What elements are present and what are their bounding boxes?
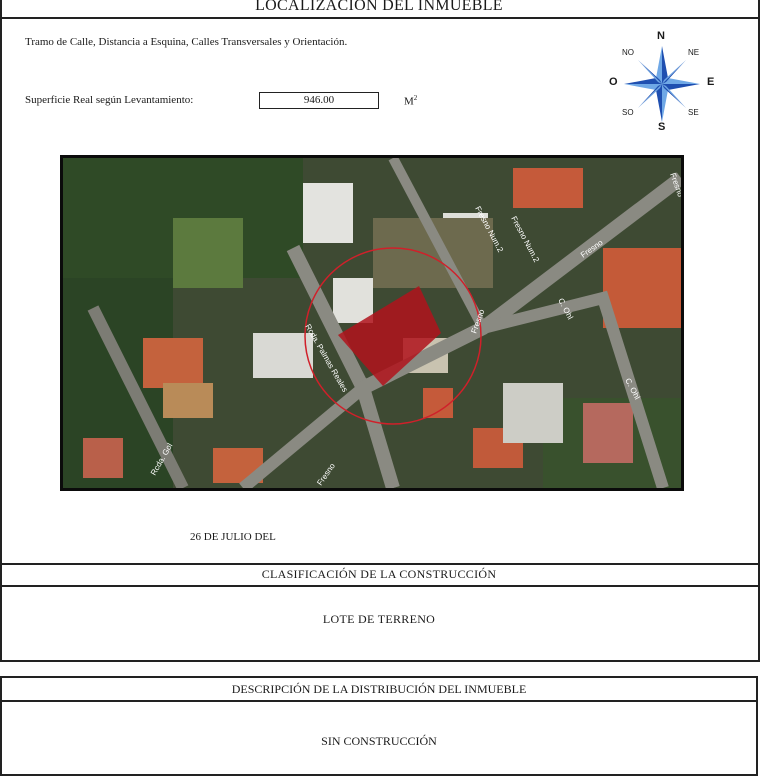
distribution-title: DESCRIPCIÓN DE LA DISTRIBUCIÓN DEL INMUE…: [231, 682, 527, 696]
classification-value: LOTE DE TERRENO: [322, 612, 436, 626]
compass-so: SO: [622, 108, 634, 117]
location-description: Tramo de Calle, Distancia a Esquina, Cal…: [25, 36, 348, 48]
satellite-map-image: Fresno Num.2 Fresno Num.2 Fresno Fresno …: [60, 155, 684, 491]
compass-rose-icon: N S E O NE NO SE SO: [606, 28, 730, 136]
report-date: 26 DE JULIO DEL: [190, 531, 276, 543]
compass-o: O: [609, 76, 618, 88]
surface-label: Superficie Real según Levantamiento:: [25, 94, 194, 106]
distribution-value: SIN CONSTRUCCIÓN: [321, 734, 437, 748]
compass-n: N: [657, 30, 665, 42]
distribution-divider: [2, 700, 756, 702]
compass-ne: NE: [688, 48, 700, 57]
distribution-box: DESCRIPCIÓN DE LA DISTRIBUCIÓN DEL INMUE…: [0, 676, 758, 776]
compass-no: NO: [622, 48, 634, 57]
compass-e: E: [707, 76, 715, 88]
classification-title: CLASIFICACIÓN DE LA CONSTRUCCIÓN: [261, 567, 497, 581]
surface-unit: M2: [404, 94, 418, 108]
page-title: LOCALIZACIÓN DEL INMUEBLE: [255, 0, 503, 14]
compass-s: S: [658, 121, 666, 133]
classification-divider: [0, 585, 760, 587]
compass-se: SE: [688, 108, 699, 117]
surface-value-field: 946.00: [259, 92, 379, 109]
title-divider: [0, 17, 760, 19]
left-border: [0, 0, 2, 660]
classification-top-divider: [0, 563, 760, 565]
